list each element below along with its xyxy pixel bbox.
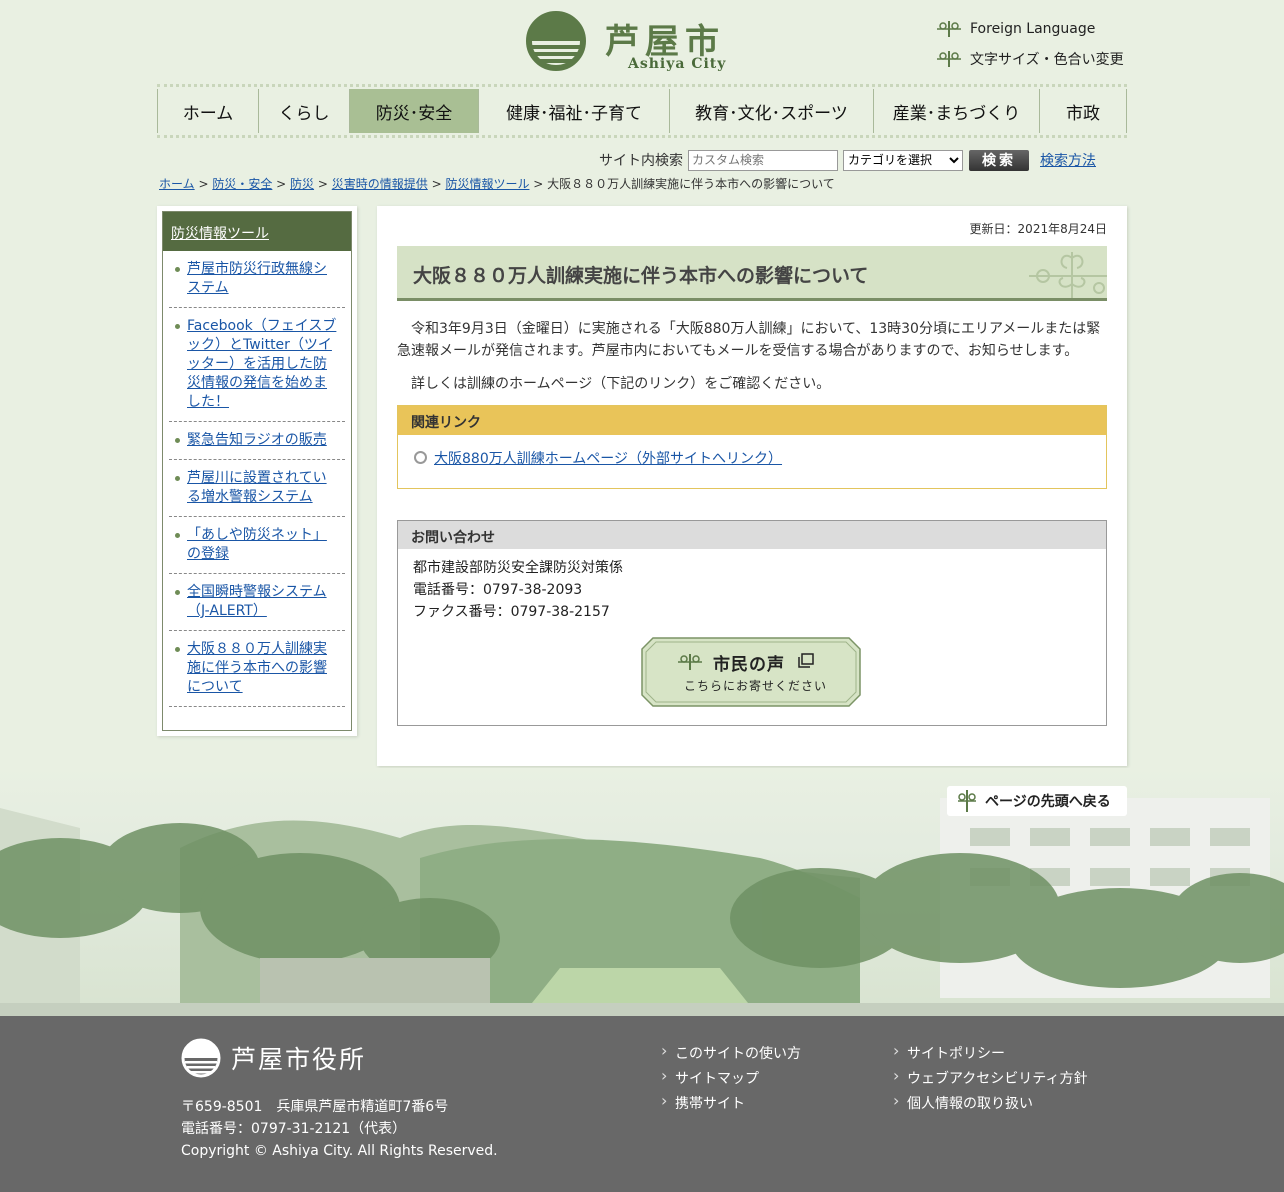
footer-link-privacy[interactable]: 個人情報の取り扱い bbox=[893, 1091, 1087, 1118]
related-links-box: 関連リンク 大阪880万人訓練ホームページ（外部サイトへリンク） bbox=[397, 405, 1107, 489]
breadcrumb-bousai-anzen[interactable]: 防災・安全 bbox=[212, 177, 272, 191]
new-window-icon bbox=[798, 653, 814, 668]
nav-sangyo[interactable]: 産業･まちづくり bbox=[873, 89, 1039, 133]
city-name-en: Ashiya City bbox=[628, 56, 727, 72]
contact-box: お問い合わせ 都市建設部防災安全課防災対策係 電話番号：0797-38-2093… bbox=[397, 520, 1107, 726]
contact-body: 都市建設部防災安全課防災対策係 電話番号：0797-38-2093 ファクス番号… bbox=[413, 560, 623, 620]
sidebar-item: 芦屋市防災行政無線システム bbox=[169, 251, 345, 308]
site-search: サイト内検索 カテゴリを選択 検索 検索方法 bbox=[599, 149, 1096, 171]
voice-subtitle: こちらにお寄せください bbox=[684, 679, 828, 693]
page-title: 大阪８８０万人訓練実施に伴う本市への影響について bbox=[397, 246, 1107, 301]
sidebar: 防災情報ツール 芦屋市防災行政無線システム Facebook（フェイスブック）と… bbox=[157, 206, 357, 736]
voice-title: 市民の声 bbox=[713, 655, 785, 675]
footer-address: 〒659-8501 兵庫県芦屋市精道町7番6号 電話番号：0797-31-212… bbox=[181, 1096, 498, 1162]
category-select[interactable]: カテゴリを選択 bbox=[843, 149, 963, 171]
footer-links-col2: サイトポリシー ウェブアクセシビリティ方針 個人情報の取り扱い bbox=[893, 1041, 1087, 1118]
text-size-color-link[interactable]: 文字サイズ・色合い変更 bbox=[936, 44, 1124, 74]
updated-date: 更新日：2021年8月24日 bbox=[969, 222, 1107, 236]
nav-kyoiku[interactable]: 教育･文化･スポーツ bbox=[669, 89, 873, 133]
footer-link-usage[interactable]: このサイトの使い方 bbox=[661, 1041, 801, 1068]
ornament-icon bbox=[1029, 252, 1107, 298]
page-top-button[interactable]: ページの先頭へ戻る bbox=[947, 786, 1127, 816]
footer-link-policy[interactable]: サイトポリシー bbox=[893, 1041, 1087, 1068]
sidebar-item: Facebook（フェイスブック）とTwitter（ツイッター）を活用した防災情… bbox=[169, 308, 345, 422]
sidebar-item: 緊急告知ラジオの販売 bbox=[169, 422, 345, 460]
sidebar-item: 「あしや防災ネット」の登録 bbox=[169, 517, 345, 574]
search-button[interactable]: 検索 bbox=[969, 149, 1029, 171]
footer-link-sitemap[interactable]: サイトマップ bbox=[661, 1066, 801, 1093]
copyright: Copyright © Ashiya City. All Rights Rese… bbox=[181, 1143, 498, 1159]
nav-bousai[interactable]: 防災･安全 bbox=[349, 89, 478, 133]
nav-kenko[interactable]: 健康･福祉･子育て bbox=[478, 89, 669, 133]
city-emblem-icon bbox=[526, 11, 586, 71]
site-footer: 芦屋市役所 〒659-8501 兵庫県芦屋市精道町7番6号 電話番号：0797-… bbox=[0, 1016, 1284, 1192]
office-name: 芦屋市役所 bbox=[231, 1045, 367, 1074]
contact-heading: お問い合わせ bbox=[398, 521, 1106, 549]
breadcrumb: ホーム > 防災・安全 > 防災 > 災害時の情報提供 > 防災情報ツール > … bbox=[159, 177, 835, 191]
sidebar-heading: 防災情報ツール bbox=[163, 212, 351, 251]
utility-links: Foreign Language 文字サイズ・色合い変更 bbox=[936, 14, 1124, 74]
related-links-heading: 関連リンク bbox=[398, 406, 1106, 435]
sprout-icon bbox=[958, 790, 976, 812]
body-paragraph: 令和3年9月3日（金曜日）に実施される「大阪880万人訓練」において、13時30… bbox=[397, 321, 1101, 359]
main-content: 更新日：2021年8月24日 大阪８８０万人訓練実施に伴う本市への影響について … bbox=[377, 206, 1127, 766]
foreign-language-link[interactable]: Foreign Language bbox=[936, 14, 1124, 44]
breadcrumb-info[interactable]: 災害時の情報提供 bbox=[332, 177, 428, 191]
sidebar-item: 芦屋川に設置されている増水警報システム bbox=[169, 460, 345, 517]
body-paragraph: 詳しくは訓練のホームページ（下記のリンク）をご確認ください。 bbox=[411, 376, 831, 392]
search-label: サイト内検索 bbox=[599, 153, 683, 169]
nav-shisei[interactable]: 市政 bbox=[1039, 89, 1127, 133]
site-header: 芦屋市 Ashiya City Foreign Language 文字サイズ・色… bbox=[0, 0, 1284, 84]
sidebar-item: 大阪８８０万人訓練実施に伴う本市への影響について bbox=[169, 631, 345, 707]
site-logo[interactable]: 芦屋市 Ashiya City bbox=[525, 10, 735, 74]
sprout-icon bbox=[678, 654, 702, 670]
sprout-icon bbox=[937, 51, 961, 67]
nav-home[interactable]: ホーム bbox=[157, 89, 258, 133]
nav-kurashi[interactable]: くらし bbox=[258, 89, 349, 133]
search-input[interactable] bbox=[688, 149, 838, 171]
breadcrumb-tools[interactable]: 防災情報ツール bbox=[445, 177, 529, 191]
search-help-link[interactable]: 検索方法 bbox=[1040, 150, 1096, 170]
sprout-icon bbox=[937, 21, 961, 37]
related-link-item: 大阪880万人訓練ホームページ（外部サイトへリンク） bbox=[398, 435, 1106, 468]
footer-logo: 芦屋市役所 bbox=[181, 1038, 366, 1078]
citizen-voice-button[interactable]: 市民の声 こちらにお寄せください bbox=[641, 637, 861, 707]
footer-link-accessibility[interactable]: ウェブアクセシビリティ方針 bbox=[893, 1066, 1087, 1093]
global-nav: ホーム くらし 防災･安全 健康･福祉･子育て 教育･文化･スポーツ 産業･まち… bbox=[157, 84, 1127, 138]
breadcrumb-home[interactable]: ホーム bbox=[159, 177, 195, 191]
breadcrumb-current: 大阪８８０万人訓練実施に伴う本市への影響について bbox=[547, 177, 835, 191]
sidebar-item: 全国瞬時警報システム（J-ALERT） bbox=[169, 574, 345, 631]
city-emblem-icon bbox=[181, 1038, 221, 1078]
breadcrumb-bousai[interactable]: 防災 bbox=[290, 177, 314, 191]
footer-links-col1: このサイトの使い方 サイトマップ 携帯サイト bbox=[661, 1041, 801, 1118]
related-link[interactable]: 大阪880万人訓練ホームページ（外部サイトへリンク） bbox=[434, 451, 782, 467]
footer-link-mobile[interactable]: 携帯サイト bbox=[661, 1091, 801, 1118]
